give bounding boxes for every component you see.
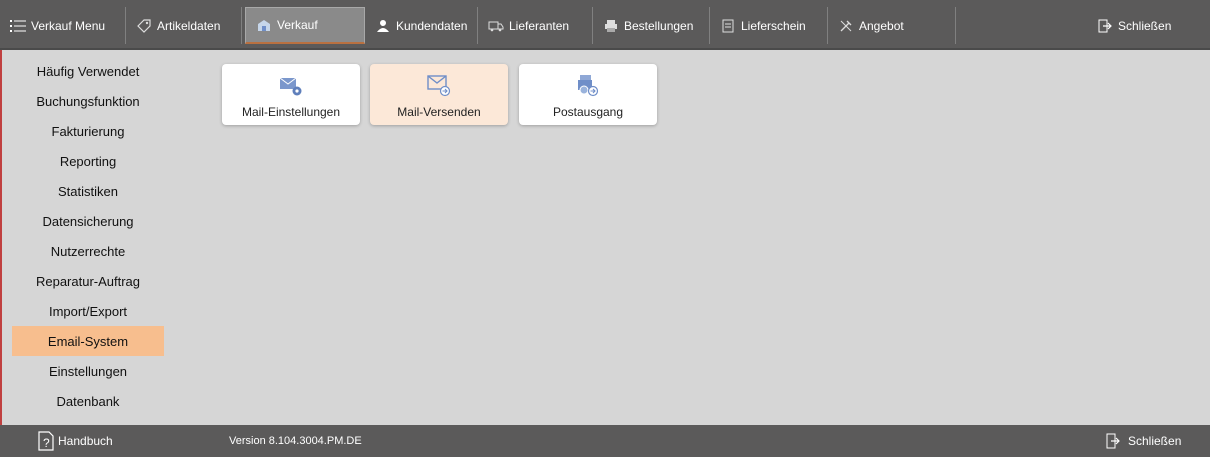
version-text: Version 8.104.3004.PM.DE [229, 435, 362, 447]
tab-label: Bestellungen [624, 18, 694, 33]
tab-label: Lieferschein [741, 18, 806, 33]
tab-label: Verkauf Menu [31, 18, 106, 33]
left-edge-marker [0, 50, 10, 425]
tab-label: Angebot [859, 18, 904, 33]
menu-list-icon [10, 18, 26, 34]
sidebar-item-label: Einstellungen [48, 363, 128, 379]
tab-verkauf-menu[interactable]: Verkauf Menu [0, 7, 126, 44]
sidebar-item-reporting[interactable]: Reporting [12, 146, 164, 176]
tile-label: Mail-Versenden [397, 105, 481, 119]
sidebar-item-einstellungen[interactable]: Einstellungen [12, 356, 164, 386]
truck-icon [488, 18, 504, 34]
sidebar-item-label: Reporting [59, 153, 117, 169]
bottom-status-bar: ? Handbuch Version 8.104.3004.PM.DE Schl… [0, 425, 1210, 457]
sidebar-item-buchungsfunktion[interactable]: Buchungsfunktion [12, 86, 164, 116]
tile-label: Mail-Einstellungen [241, 105, 341, 119]
outbox-icon [573, 73, 603, 99]
sidebar-item-reparatur-auftrag[interactable]: Reparatur-Auftrag [12, 266, 164, 296]
svg-text:?: ? [43, 436, 50, 450]
top-navigation-bar: Verkauf Menu Artikeldaten Verkauf Kunden… [0, 0, 1210, 50]
sidebar-item-label: Häufig Verwendet [36, 63, 140, 79]
tab-angebot[interactable]: Angebot [828, 7, 956, 44]
sidebar-item-nutzerrechte[interactable]: Nutzerrechte [12, 236, 164, 266]
sidebar-item-label: Reparatur-Auftrag [35, 273, 141, 289]
tile-label: Postausgang [552, 105, 624, 119]
sidebar-item-label: Nutzerrechte [50, 243, 126, 259]
tab-label: Kundendaten [396, 18, 468, 33]
tab-lieferanten[interactable]: Lieferanten [478, 7, 593, 44]
tab-verkauf[interactable]: Verkauf [245, 7, 365, 44]
tab-label: Lieferanten [509, 18, 570, 33]
handbuch-label: Handbuch [58, 434, 113, 448]
sidebar-item-label: Statistiken [58, 183, 118, 199]
sidebar-item-datenbank[interactable]: Datenbank [12, 386, 164, 416]
sidebar-item-import-export[interactable]: Import/Export [12, 296, 164, 326]
tag-icon [136, 18, 152, 34]
document-icon [720, 18, 736, 34]
tile-mail-versenden[interactable]: Mail-Versenden [370, 64, 508, 125]
exit-icon [1106, 433, 1120, 449]
exit-icon [1097, 18, 1113, 34]
close-button-bottom[interactable]: Schließen [1106, 425, 1181, 457]
tab-artikeldaten[interactable]: Artikeldaten [126, 7, 242, 44]
sidebar-item-label: Datenbank [56, 393, 120, 409]
sidebar-item-statistiken[interactable]: Statistiken [12, 176, 164, 206]
building-icon [256, 17, 272, 33]
sidebar-item-haeufig-verwendet[interactable]: Häufig Verwendet [12, 56, 164, 86]
handbuch-button[interactable]: ? Handbuch [36, 425, 113, 457]
tab-bestellungen[interactable]: Bestellungen [593, 7, 710, 44]
sidebar-item-label: Email-System [47, 333, 129, 349]
close-label: Schließen [1128, 434, 1182, 448]
sidebar-item-label: Import/Export [48, 303, 128, 319]
tile-postausgang[interactable]: Postausgang [519, 64, 657, 125]
mail-send-icon [424, 73, 454, 99]
sidebar-item-label: Datensicherung [42, 213, 134, 229]
sidebar-item-label: Fakturierung [51, 123, 125, 139]
tab-label: Artikeldaten [157, 18, 221, 33]
tab-lieferschein[interactable]: Lieferschein [710, 7, 828, 44]
tab-kundendaten[interactable]: Kundendaten [365, 7, 478, 44]
sidebar-item-email-system[interactable]: Email-System [12, 326, 164, 356]
printer-icon [603, 18, 619, 34]
close-label: Schließen [1118, 18, 1172, 33]
users-icon [375, 18, 391, 34]
tile-mail-einstellungen[interactable]: Mail-Einstellungen [222, 64, 360, 125]
sidebar-item-fakturierung[interactable]: Fakturierung [12, 116, 164, 146]
mail-settings-icon [276, 73, 306, 99]
sidebar: Häufig Verwendet Buchungsfunktion Faktur… [12, 56, 164, 416]
tab-label: Verkauf [277, 18, 318, 32]
sidebar-item-label: Buchungsfunktion [36, 93, 140, 109]
sidebar-item-datensicherung[interactable]: Datensicherung [12, 206, 164, 236]
tools-icon [838, 18, 854, 34]
close-button-top[interactable]: Schließen [1087, 7, 1197, 44]
help-document-icon: ? [36, 431, 54, 451]
